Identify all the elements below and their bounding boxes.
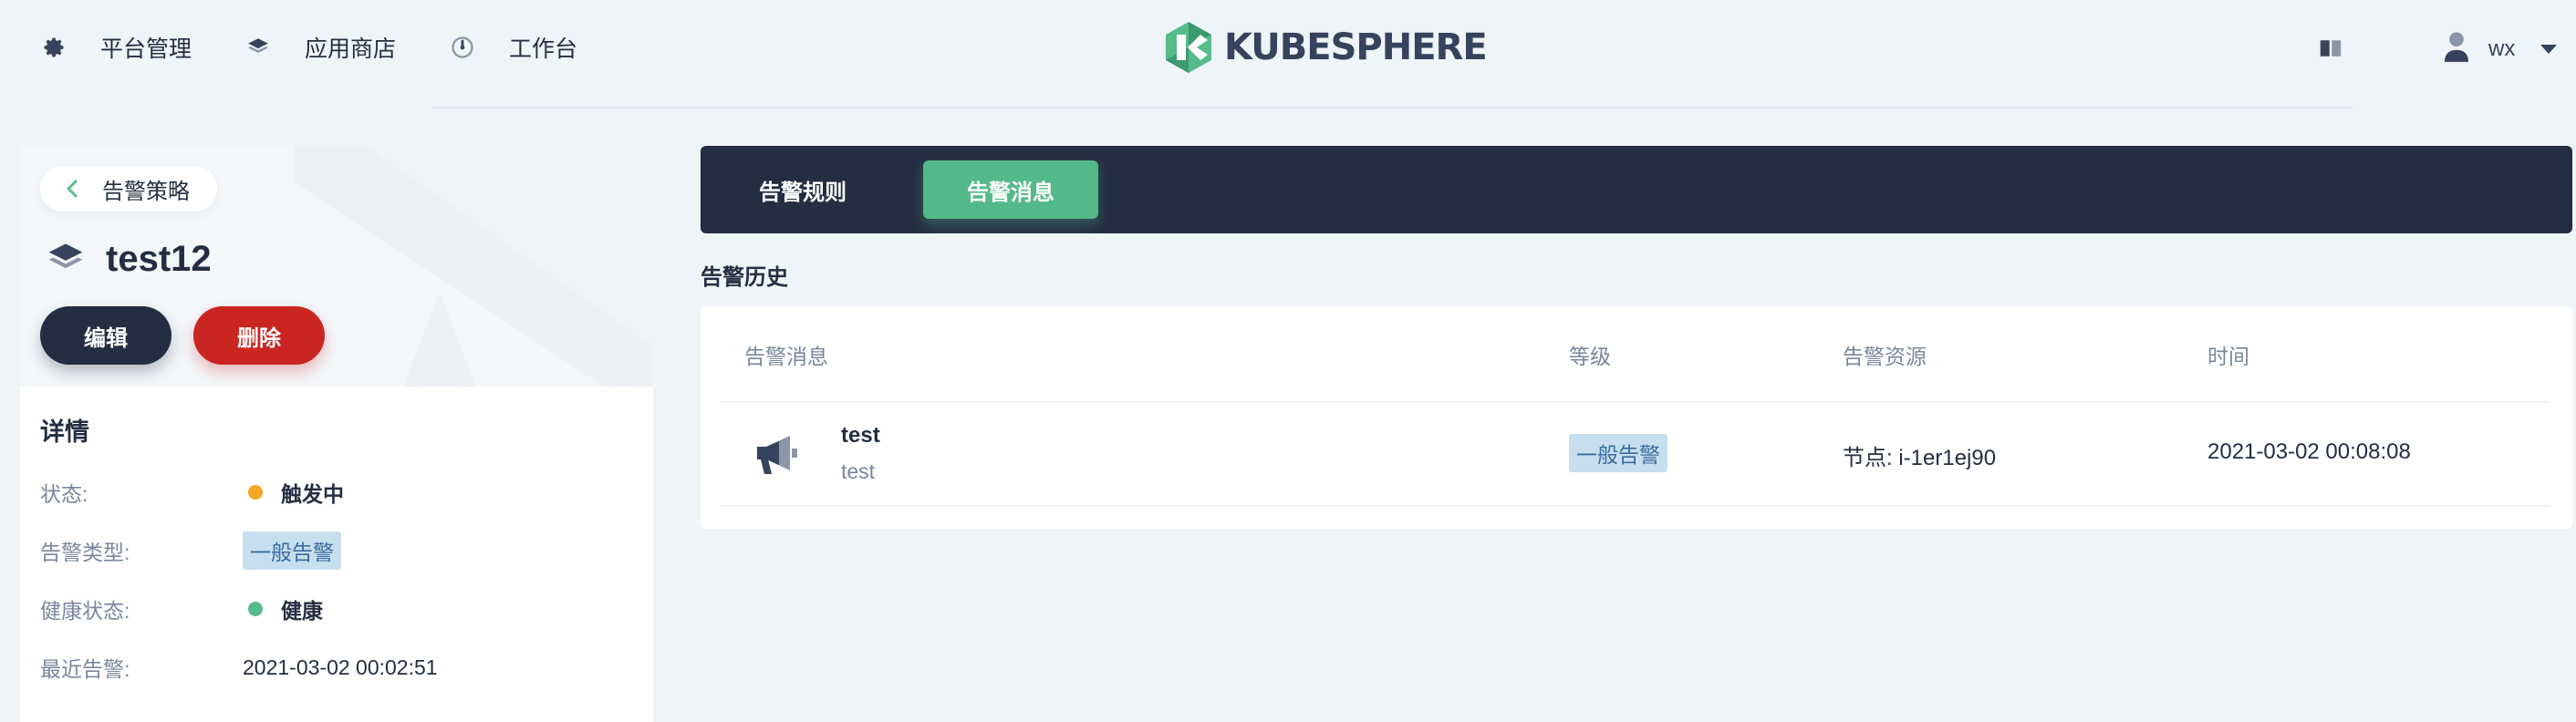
column-header-time: 时间 xyxy=(2207,345,2249,368)
severity-badge: 一般告警 xyxy=(243,531,341,570)
status-dot xyxy=(248,485,263,500)
health-label: 健康状态: xyxy=(40,599,130,623)
dashboard-icon xyxy=(447,32,478,63)
severity-badge: 一般告警 xyxy=(1569,434,1667,472)
status-value-wrap: 触发中 xyxy=(243,477,344,508)
kubesphere-logo-icon xyxy=(1166,22,1211,73)
policy-title: test12 xyxy=(46,233,212,284)
stack-icon xyxy=(48,243,83,269)
policy-name: test12 xyxy=(106,238,212,279)
edit-button[interactable]: 编辑 xyxy=(40,306,171,365)
megaphone-icon xyxy=(757,436,797,474)
tab-alert-rules[interactable]: 告警规则 xyxy=(721,160,885,219)
column-header-message: 告警消息 xyxy=(744,345,828,368)
chevron-left-icon xyxy=(67,180,78,198)
nav-workbench[interactable]: 工作台 xyxy=(447,27,577,67)
recent-value: 2021-03-02 00:02:51 xyxy=(243,655,438,679)
top-navbar: 平台管理 应用商店 工作台 KUBESPHERE wx xyxy=(0,0,2576,98)
nav-workbench-label: 工作台 xyxy=(509,36,578,62)
book-icon[interactable] xyxy=(2317,35,2344,62)
alert-name[interactable]: test xyxy=(841,423,880,449)
type-label: 告警类型: xyxy=(40,541,130,564)
alert-history-table: 告警消息 等级 告警资源 时间 test test 一般告警 节点: i-1er… xyxy=(701,306,2572,529)
alert-time: 2021-03-02 00:08:08 xyxy=(2207,439,2411,464)
alert-subtitle: test xyxy=(841,459,876,483)
table-divider xyxy=(721,505,2550,507)
header-divider xyxy=(432,107,2353,108)
logo-text: KUBESPHERE xyxy=(1224,26,1488,68)
user-icon xyxy=(2445,31,2468,67)
column-header-resource: 告警资源 xyxy=(1843,345,1927,368)
gear-icon xyxy=(38,32,69,63)
back-label: 告警策略 xyxy=(102,179,190,204)
alert-resource: 节点: i-1er1ej90 xyxy=(1843,446,1997,470)
nav-store-label: 应用商店 xyxy=(305,36,397,62)
column-header-level: 等级 xyxy=(1569,345,1611,368)
layers-icon xyxy=(243,32,274,63)
health-value: 健康 xyxy=(281,599,323,623)
nav-app-store[interactable]: 应用商店 xyxy=(243,27,396,67)
status-label: 状态: xyxy=(40,482,88,506)
tabs-bar: 告警规则 告警消息 xyxy=(701,146,2572,233)
recent-label: 最近告警: xyxy=(40,657,130,681)
type-value-wrap: 一般告警 xyxy=(243,531,341,570)
chevron-down-icon[interactable] xyxy=(2540,44,2558,54)
table-divider xyxy=(721,401,2550,403)
delete-button[interactable]: 删除 xyxy=(193,306,325,365)
tab-alert-messages[interactable]: 告警消息 xyxy=(923,160,1098,219)
status-value: 触发中 xyxy=(281,482,344,506)
history-title: 告警历史 xyxy=(701,265,788,290)
detail-row-recent: 最近告警: 2021-03-02 00:02:51 xyxy=(40,651,624,684)
policy-header: 告警策略 test12 编辑 删除 xyxy=(20,146,653,387)
back-to-policies-button[interactable]: 告警策略 xyxy=(40,166,217,211)
detail-row-status: 状态: 触发中 xyxy=(40,476,624,509)
health-value-wrap: 健康 xyxy=(243,593,323,624)
details-title: 详情 xyxy=(40,418,89,446)
detail-row-health: 健康状态: 健康 xyxy=(40,593,624,625)
policy-detail-card: 告警策略 test12 编辑 删除 详情 状态: 触发中 告警类型: 一般告警 … xyxy=(20,146,653,722)
kubesphere-logo[interactable]: KUBESPHERE xyxy=(1164,18,1488,77)
nav-platform-management[interactable]: 平台管理 xyxy=(38,27,192,67)
user-name: wx xyxy=(2488,36,2516,61)
health-dot xyxy=(248,602,263,616)
user-menu[interactable]: wx xyxy=(2445,31,2558,67)
nav-platform-label: 平台管理 xyxy=(100,36,192,62)
detail-row-type: 告警类型: 一般告警 xyxy=(40,531,624,570)
